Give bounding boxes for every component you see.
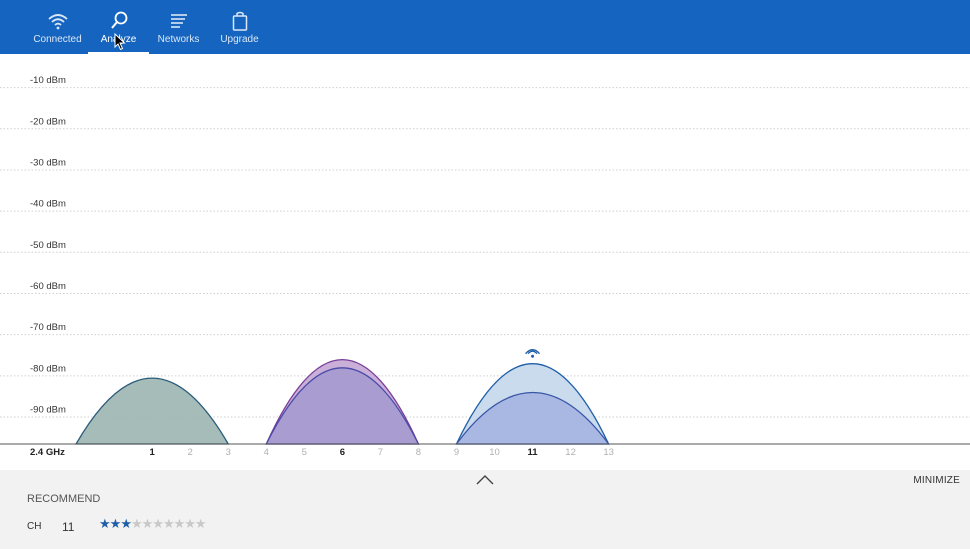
channel-rating: ★★★★★★★★★★ [99, 517, 207, 532]
x-tick-label: 6 [340, 447, 345, 458]
recommend-title: RECOMMEND [27, 493, 101, 505]
x-tick-label: 8 [416, 447, 421, 458]
y-tick-label: -40 dBm [30, 199, 66, 210]
top-nav-bar: Connected Analyze Networks U [0, 0, 970, 54]
x-tick-label: 5 [302, 447, 307, 458]
network-curve-ch6 [265, 367, 420, 445]
star-filled-icon: ★ [99, 517, 111, 532]
y-tick-label: -80 dBm [30, 363, 66, 374]
star-empty-icon: ★ [194, 517, 207, 532]
y-tick-label: -30 dBm [30, 157, 66, 168]
mouse-cursor-icon [114, 33, 126, 51]
x-tick-label: 3 [226, 447, 231, 458]
tab-connected[interactable]: Connected [27, 0, 88, 54]
x-tick-label: 12 [565, 447, 576, 458]
tab-upgrade[interactable]: Upgrade [209, 0, 270, 54]
wifi-icon [47, 14, 68, 30]
network-curve-ch1 [74, 377, 230, 445]
y-tick-label: -60 dBm [30, 281, 66, 292]
x-tick-label: 13 [603, 447, 614, 458]
channel-graph: -10 dBm -20 dBm -30 dBm -40 dBm -50 dBm -60 d… [0, 75, 970, 458]
signal-strength-chart: -10 dBm -20 dBm -30 dBm -40 dBm -50 dBm -60 d… [0, 54, 970, 470]
star-empty-icon: ★ [184, 517, 196, 532]
x-tick-label: 4 [264, 447, 269, 458]
x-tick-label: 9 [454, 447, 459, 458]
star-empty-icon: ★ [162, 517, 175, 532]
star-filled-icon: ★ [109, 517, 122, 532]
tab-upgrade-label: Upgrade [220, 34, 259, 45]
star-empty-icon: ★ [173, 517, 186, 532]
shopping-bag-icon [232, 11, 247, 31]
y-tick-label: -10 dBm [30, 75, 66, 86]
star-empty-icon: ★ [141, 517, 154, 532]
app-window: Connected Analyze Networks U [0, 0, 970, 549]
x-tick-label: 7 [378, 447, 383, 458]
chevron-up-icon[interactable] [476, 474, 494, 486]
y-tick-label: -90 dBm [30, 405, 66, 416]
network-curve-ch11 [455, 392, 610, 445]
band-label: 2.4 GHz [30, 447, 65, 458]
minimize-button[interactable]: MINIMIZE [913, 475, 960, 486]
star-empty-icon: ★ [130, 517, 143, 532]
x-tick-label: 1 [150, 447, 156, 458]
recommended-channel-value: 11 [62, 520, 75, 534]
connected-wifi-icon [525, 349, 541, 358]
channel-label: CH [27, 521, 42, 532]
tab-connected-label: Connected [33, 34, 82, 45]
tab-networks[interactable]: Networks [148, 0, 209, 54]
list-icon [170, 14, 187, 28]
x-tick-label: 10 [489, 447, 500, 458]
star-filled-icon: ★ [120, 517, 132, 532]
recommend-panel: MINIMIZE RECOMMEND CH 11 ★★★★★★★★★★ [0, 470, 970, 549]
magnifier-icon [110, 11, 127, 29]
tab-networks-label: Networks [157, 34, 200, 45]
star-empty-icon: ★ [152, 517, 164, 532]
x-tick-label: 11 [528, 447, 539, 458]
x-tick-label: 2 [188, 447, 193, 458]
y-tick-label: -70 dBm [30, 322, 66, 333]
y-tick-label: -50 dBm [30, 240, 66, 251]
y-tick-label: -20 dBm [30, 116, 66, 127]
